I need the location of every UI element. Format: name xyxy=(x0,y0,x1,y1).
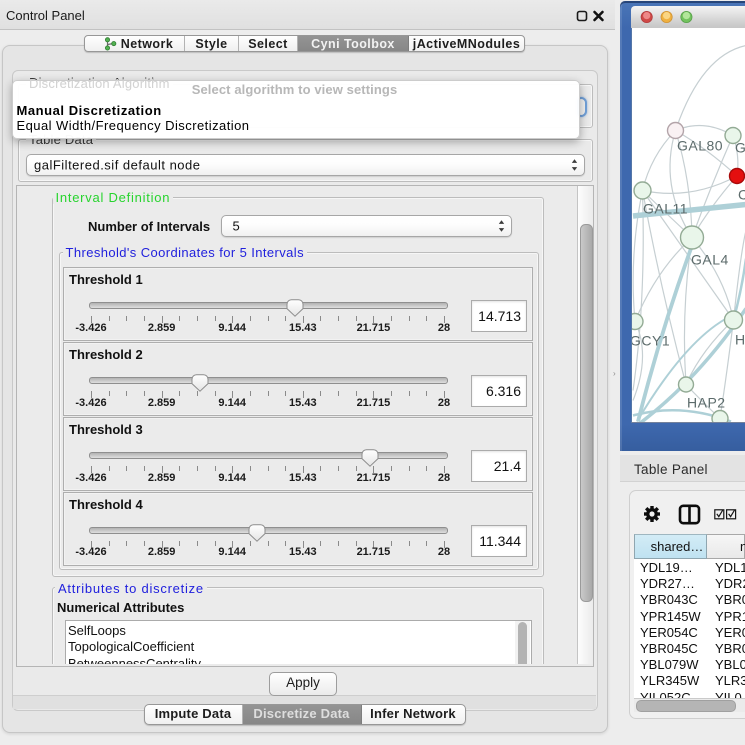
svg-text:HAP2: HAP2 xyxy=(687,394,726,410)
svg-text:C: C xyxy=(738,186,745,202)
svg-text:GA: GA xyxy=(735,139,745,155)
svg-text:GCY1: GCY1 xyxy=(631,332,670,348)
svg-text:GAL11: GAL11 xyxy=(643,200,688,216)
svg-text:H: H xyxy=(735,331,745,347)
svg-text:GAL4: GAL4 xyxy=(691,251,729,267)
svg-text:GAL80: GAL80 xyxy=(677,137,723,153)
